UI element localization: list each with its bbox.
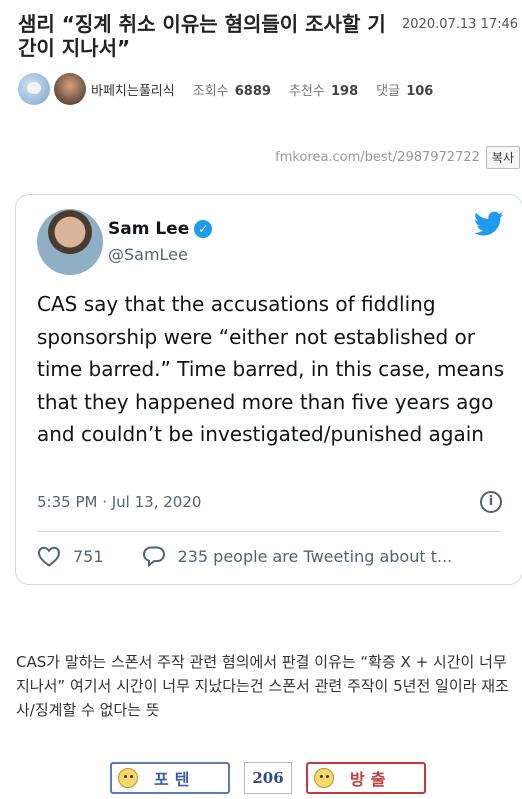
author-name[interactable]: 바페치는풀리식	[91, 80, 175, 99]
vote-count: 206	[244, 762, 292, 794]
author-level-icon	[18, 73, 50, 105]
views-count: 6889	[234, 83, 271, 99]
post-body: CAS가 말하는 스폰서 주작 관련 혐의에서 판결 이유는 “확증 X + 시…	[16, 653, 509, 719]
comments-stat[interactable]: 댓글 106	[376, 80, 433, 99]
tweet-author-avatar[interactable]	[37, 209, 103, 275]
downvote-button[interactable]: 방출	[306, 762, 426, 794]
post-meta: 바페치는풀리식 조회수 6889 추천수 198 댓글 106	[18, 73, 518, 105]
tweeting-about-link[interactable]: 235 people are Tweeting about t...	[142, 545, 453, 567]
downvote-label: 방출	[350, 770, 392, 789]
tweeting-about-text: 235 people are Tweeting about t...	[177, 546, 453, 566]
vote-bar: 포텐 206 방출	[110, 762, 426, 794]
tweet-author-handle[interactable]: @SamLee	[108, 245, 188, 264]
heart-icon	[37, 546, 61, 567]
tweet-divider	[37, 531, 501, 532]
tweet-author-name-row[interactable]: Sam Lee ✓	[108, 219, 213, 239]
verified-badge-icon: ✓	[194, 220, 213, 238]
upvote-button[interactable]: 포텐	[110, 762, 230, 794]
like-button[interactable]: 751	[37, 545, 104, 567]
comments-count: 106	[406, 83, 434, 99]
recommend-stat: 추천수 198	[289, 80, 358, 99]
info-icon[interactable]: i	[480, 491, 502, 513]
comments-label: 댓글	[376, 83, 401, 99]
tweet-actions: 751 235 people are Tweeting about t...	[37, 545, 497, 567]
recommend-label: 추천수	[288, 83, 325, 99]
speech-bubble-icon	[142, 546, 165, 567]
copy-url-button[interactable]: 복사	[485, 146, 520, 169]
tweet-timestamp[interactable]: 5:35 PM · Jul 13, 2020	[37, 493, 201, 511]
thumbs-down-face-icon	[314, 768, 334, 788]
views-label: 조회수	[192, 83, 229, 99]
twitter-bird-icon[interactable]	[474, 211, 504, 237]
upvote-label: 포텐	[154, 770, 196, 789]
views-stat: 조회수 6889	[193, 80, 271, 99]
recommend-count: 198	[330, 83, 359, 99]
thumbs-up-face-icon	[118, 768, 138, 788]
post-date: 2020.07.13 17:46	[402, 17, 519, 32]
embedded-tweet[interactable]: Sam Lee ✓ @SamLee CAS say that the accus…	[15, 194, 522, 585]
author-avatar[interactable]	[54, 73, 86, 105]
tweet-text: CAS say that the accusations of fiddling…	[37, 292, 505, 446]
like-count: 751	[73, 546, 104, 566]
post-title: 샘리 “징계 취소 이유는 혐의들이 조사할 기간이 지나서”	[18, 12, 386, 60]
tweet-author-name[interactable]: Sam Lee	[108, 219, 189, 239]
post-url-row: fmkorea.com/best/2987972722 복사	[275, 146, 520, 169]
post-url[interactable]: fmkorea.com/best/2987972722	[275, 150, 480, 165]
